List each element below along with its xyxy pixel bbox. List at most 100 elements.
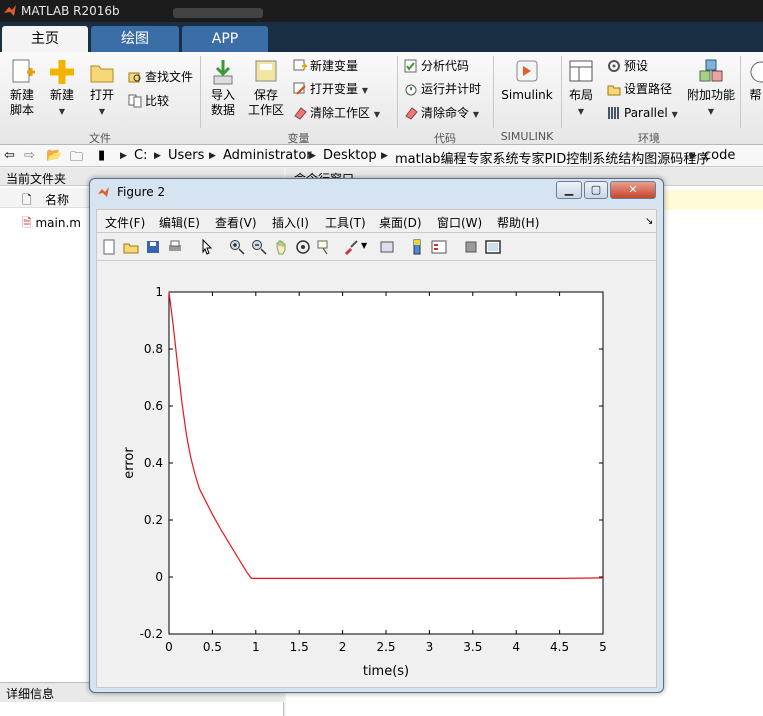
data-cursor-icon[interactable] [317, 239, 333, 255]
set-path-button[interactable]: 设置路径 [607, 81, 672, 97]
rotate-3d-icon[interactable] [295, 239, 311, 255]
breadcrumb-item[interactable]: C: [134, 148, 147, 163]
breadcrumb-arrow-icon: ▶ [209, 151, 216, 161]
tab-apps[interactable]: APP [182, 26, 268, 52]
menu-insert[interactable]: 插入(I) [272, 214, 309, 231]
tab-plots[interactable]: 绘图 [91, 26, 179, 52]
simulink-button[interactable]: Simulink [498, 58, 556, 103]
layout-icon [569, 60, 593, 82]
compare-button[interactable]: 比较 [128, 93, 169, 109]
group-variable-label: 变量 [287, 132, 310, 145]
import-icon [213, 60, 233, 85]
up-folder-icon[interactable]: 📂 [46, 148, 62, 163]
group-simulink-label: SIMULINK [500, 130, 554, 143]
dock-arrow-icon[interactable]: ↘ [645, 216, 653, 227]
brush-icon[interactable] [343, 239, 359, 255]
preferences-button[interactable]: 预设 [607, 58, 648, 74]
clear-workspace-label: 清除工作区 [310, 106, 371, 120]
breadcrumb-item[interactable]: Desktop [323, 148, 377, 163]
compare-icon [128, 94, 142, 108]
new-variable-icon [293, 59, 307, 71]
menu-help[interactable]: 帮助(H) [497, 214, 539, 231]
zoom-in-icon[interactable] [229, 239, 245, 255]
x-tick-label: 5 [599, 640, 607, 654]
ribbon-separator [561, 56, 562, 128]
menu-file[interactable]: 文件(F) [105, 214, 145, 231]
set-path-icon [607, 85, 621, 96]
chevron-down-icon: ▼ [472, 110, 479, 119]
breadcrumb-item[interactable]: matlab编程专家系统专家PID控制系统结构图源码程序 [395, 148, 709, 167]
save-workspace-icon [255, 60, 277, 82]
hide-plot-tools-icon[interactable] [463, 239, 479, 255]
analyze-code-button[interactable]: 分析代码 [404, 58, 469, 74]
clear-commands-button[interactable]: 清除命令 ▼ [404, 105, 479, 123]
axes-background [168, 291, 604, 635]
new-button[interactable]: 新建 ▼ [46, 58, 78, 119]
addons-cubes-icon [699, 59, 723, 82]
print-icon[interactable] [167, 239, 183, 255]
find-files-icon [128, 72, 141, 83]
error-plot[interactable]: 0 0.5 1 1.5 2 2.5 3 3.5 4 4.5 5 -0.200.20.40.60.81… [97, 261, 656, 687]
menu-view[interactable]: 查看(V) [215, 214, 257, 231]
figure-window[interactable]: Figure 2 ▁ ▢ ✕ 文件(F) 编辑(E) 查看(V) 插入(I) 工… [89, 178, 664, 693]
menu-window[interactable]: 窗口(W) [437, 214, 482, 231]
pointer-icon[interactable] [199, 239, 215, 255]
run-and-time-button[interactable]: 运行并计时 [404, 81, 481, 97]
compare-label: 比较 [145, 94, 170, 108]
breadcrumb-item[interactable]: code [704, 148, 735, 163]
save-workspace-button[interactable]: 保存 工作区 [246, 58, 286, 118]
zoom-out-icon[interactable] [251, 239, 267, 255]
link-plot-icon[interactable] [379, 239, 395, 255]
matlab-figure-icon [98, 187, 109, 197]
pan-hand-icon[interactable] [273, 239, 289, 255]
show-plot-tools-icon[interactable] [485, 239, 501, 255]
menu-tools[interactable]: 工具(T) [325, 214, 366, 231]
menu-edit[interactable]: 编辑(E) [159, 214, 200, 231]
menu-desktop[interactable]: 桌面(D) [379, 214, 422, 231]
addons-button[interactable]: 附加功能 ▼ [686, 58, 736, 119]
figure-canvas[interactable]: 0 0.5 1 1.5 2 2.5 3 3.5 4 4.5 5 -0.2 0 0.2 0.4 0.6 0.8 1… [96, 261, 657, 688]
colorbar-icon[interactable] [409, 239, 425, 255]
open-button[interactable]: 打开 ▼ [86, 58, 118, 119]
maximize-button[interactable]: ▢ [584, 181, 608, 199]
legend-icon[interactable] [431, 239, 447, 255]
list-item[interactable]: 🗎 main.m [22, 214, 81, 235]
back-arrow-icon[interactable]: ⇦ [4, 148, 15, 163]
import-data-button[interactable]: 导入 数据 [206, 58, 240, 118]
tab-home[interactable]: 主页 [2, 26, 88, 52]
new-variable-button[interactable]: 新建变量 [293, 58, 358, 74]
new-script-button[interactable]: 新建 脚本 [4, 58, 40, 118]
breadcrumb-item[interactable]: Users [168, 148, 204, 163]
parallel-button[interactable]: Parallel ▼ [607, 105, 678, 123]
open-file-icon[interactable] [123, 239, 139, 255]
analyze-code-label: 分析代码 [421, 59, 470, 73]
find-files-button[interactable]: 查找文件 [128, 69, 193, 85]
minimize-button[interactable]: ▁ [556, 181, 582, 199]
chevron-down-icon[interactable]: ▼ [361, 241, 367, 250]
chevron-down-icon: ▼ [577, 107, 585, 116]
figure-titlebar[interactable]: Figure 2 ▁ ▢ ✕ [90, 179, 663, 205]
find-files-label: 查找文件 [145, 70, 194, 84]
y-tick-label: 0.8 [144, 342, 163, 356]
browse-folder-icon[interactable]: 🗀 [70, 148, 83, 170]
name-column-header[interactable]: 名称 [45, 191, 69, 208]
app-titlebar: MATLAB R2016b [0, 0, 763, 22]
layout-label: 布局 [568, 88, 593, 102]
chevron-down-icon: ▼ [671, 110, 678, 119]
plus-icon [50, 60, 74, 84]
close-button[interactable]: ✕ [610, 181, 656, 199]
y-tick-label: 0.6 [144, 399, 163, 413]
set-path-label: 设置路径 [624, 82, 673, 96]
x-tick-label: 0 [165, 640, 173, 654]
save-icon[interactable] [145, 239, 161, 255]
chevron-down-icon: ▼ [373, 110, 380, 119]
breadcrumb-item[interactable]: Administrator [223, 148, 312, 163]
forward-arrow-icon[interactable]: ⇨ [24, 148, 35, 163]
layout-button[interactable]: 布局 ▼ [565, 58, 597, 119]
help-button[interactable]: 帮 [748, 58, 763, 103]
new-figure-icon[interactable] [101, 239, 117, 255]
clear-workspace-button[interactable]: 清除工作区 ▼ [293, 105, 380, 123]
chevron-down-icon: ▼ [361, 86, 368, 95]
open-variable-button[interactable]: 打开变量 ▼ [293, 81, 368, 99]
preferences-label: 预设 [624, 59, 649, 73]
